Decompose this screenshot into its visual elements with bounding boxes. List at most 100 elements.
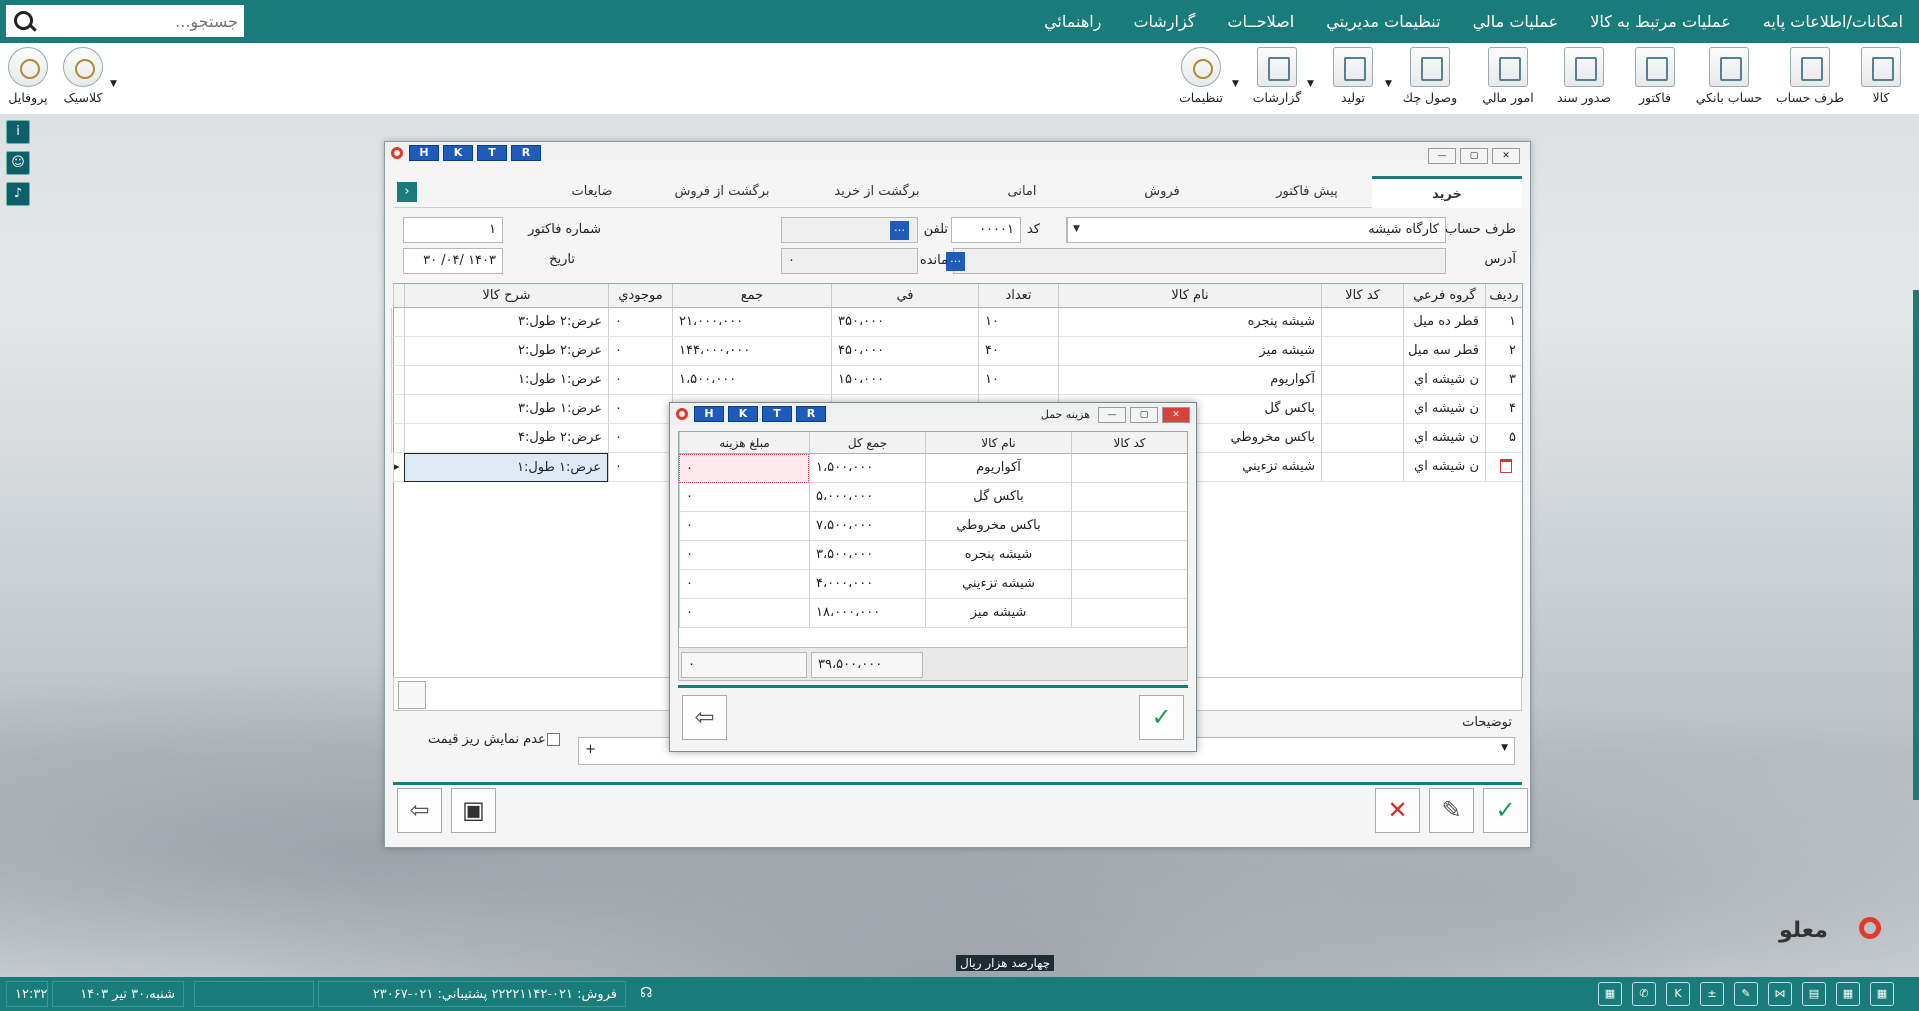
chevron-down-icon[interactable]: ▼ (1232, 79, 1239, 89)
col-header-name[interactable]: نام کالا (1058, 284, 1321, 308)
toolbar-goods-button[interactable]: کالا (1855, 47, 1907, 111)
hotkey-h-button[interactable]: H (694, 406, 724, 422)
tab-purchase-return[interactable]: برگشت از خرید (812, 176, 942, 208)
search-box[interactable] (6, 5, 244, 37)
hide-price-checkbox[interactable] (547, 733, 560, 746)
row-indicator[interactable]: ▸ (393, 453, 404, 482)
toolbar-invoice-button[interactable]: فاکتور (1625, 47, 1685, 111)
code-field[interactable]: ۰۰۰۰۱ (951, 217, 1021, 243)
col-header-stock[interactable]: موجودي (608, 284, 672, 308)
cell-row-number[interactable]: ۳ (1485, 366, 1522, 395)
tab-sales[interactable]: فروش (1112, 176, 1212, 208)
cell-row-number[interactable]: ۵ (1485, 424, 1522, 453)
grid-calendar-icon[interactable]: ▦ (1870, 982, 1894, 1006)
close-button[interactable]: ✕ (1492, 148, 1520, 164)
cell-code[interactable] (1071, 599, 1187, 628)
cell-cost[interactable]: ۰ (679, 454, 809, 483)
cell-total[interactable]: ۱،۵۰۰،۰۰۰ (672, 366, 831, 395)
cell-total[interactable]: ۴،۰۰۰،۰۰۰ (809, 570, 925, 599)
cell-qty[interactable]: ۱۰ (978, 366, 1058, 395)
date-icon[interactable]: ▦ (1836, 982, 1860, 1006)
cell-row-number[interactable]: ۴ (1485, 395, 1522, 424)
cell-code[interactable] (1071, 512, 1187, 541)
cell-code[interactable] (1071, 483, 1187, 512)
cell-description[interactable]: عرض:۲ طول:۴ (404, 424, 608, 453)
cell-total[interactable]: ۳،۵۰۰،۰۰۰ (809, 541, 925, 570)
col-header-total[interactable]: جمع (672, 284, 831, 308)
exit-button[interactable]: ⇦ (397, 788, 442, 833)
cell-subgroup[interactable]: قطر ده ميل (1403, 308, 1485, 337)
cell-qty[interactable]: ۱۰ (978, 308, 1058, 337)
dialog-confirm-button[interactable]: ✓ (1139, 695, 1184, 740)
k-shortcut-icon[interactable]: K (1666, 982, 1690, 1006)
hotkey-k-button[interactable]: K (728, 406, 758, 422)
col-header-price[interactable]: في (831, 284, 978, 308)
tab-purchase[interactable]: خريد (1372, 176, 1522, 208)
note-icon[interactable]: ✎ (1734, 982, 1758, 1006)
phone-icon[interactable]: ✆ (1632, 982, 1656, 1006)
minimize-button[interactable]: — (1098, 407, 1126, 423)
cell-code[interactable] (1071, 570, 1187, 599)
menu-item-reports[interactable]: گزارشات (1133, 12, 1195, 31)
cell-total[interactable]: ۵،۰۰۰،۰۰۰ (809, 483, 925, 512)
cell-code[interactable] (1321, 366, 1403, 395)
cell-total[interactable]: ۲۱،۰۰۰،۰۰۰ (672, 308, 831, 337)
chevron-down-icon[interactable]: ▼ (110, 79, 117, 89)
cell-total[interactable]: ۷،۵۰۰،۰۰۰ (809, 512, 925, 541)
cell-description[interactable]: عرض:۱ طول:۱ (404, 366, 608, 395)
cell-code[interactable] (1071, 454, 1187, 483)
toolbar-reports-button[interactable]: گزارشات (1247, 47, 1307, 111)
cell-stock[interactable]: ۰ (608, 395, 672, 424)
right-edge-scroll[interactable] (1913, 290, 1919, 800)
bell-icon[interactable]: ♪ (6, 182, 30, 206)
toolbar-classic-button[interactable]: کلاسیک (52, 47, 114, 111)
col-header-cost[interactable]: مبلغ هزينه (679, 432, 809, 454)
col-header-subgroup[interactable]: گروه فرعي (1403, 284, 1485, 308)
cell-description[interactable]: عرض:۱ طول:۱ (404, 453, 608, 482)
cell-name[interactable]: باکس مخروطي (925, 512, 1071, 541)
tab-proforma[interactable]: پيش فاکتور (1242, 176, 1372, 208)
cell-name[interactable]: شيشه پنجره (1058, 308, 1321, 337)
tab-waste[interactable]: ضايعات (542, 176, 642, 208)
col-header-total[interactable]: جمع کل (809, 432, 925, 454)
col-header-code[interactable]: کد کالا (1071, 432, 1187, 454)
confirm-button[interactable]: ✓ (1483, 788, 1528, 833)
cell-subgroup[interactable]: ن شيشه اي (1403, 424, 1485, 453)
chevron-down-icon[interactable]: ▼ (1385, 79, 1392, 89)
cell-stock[interactable]: ۰ (608, 366, 672, 395)
invoice-number-field[interactable]: ۱ (403, 217, 503, 243)
maximize-button[interactable]: ▢ (1130, 407, 1158, 423)
cell-name[interactable]: آکواريوم (1058, 366, 1321, 395)
cell-stock[interactable]: ۰ (608, 308, 672, 337)
hotkey-h-button[interactable]: H (409, 145, 439, 161)
cell-code[interactable] (1071, 541, 1187, 570)
calculator-icon[interactable]: ± (1700, 982, 1724, 1006)
party-field[interactable]: کارگاه شيشه ▼ (1066, 217, 1446, 243)
row-indicator[interactable] (391, 395, 404, 424)
col-header-description[interactable]: شرح کالا (404, 284, 608, 308)
tab-sales-return[interactable]: برگشت از فروش (657, 176, 787, 208)
calculator-icon[interactable] (398, 681, 426, 709)
toolbar-settings-button[interactable]: تنظيمات (1171, 47, 1231, 111)
cell-cost[interactable]: ۰ (679, 483, 809, 512)
toolbar-check-button[interactable]: وصول چك (1393, 47, 1467, 111)
cell-subgroup[interactable]: قطر سه ميل (1403, 337, 1485, 366)
toolbar-account-button[interactable]: طرف حساب (1775, 47, 1845, 111)
cell-total[interactable]: ۱۴۴،۰۰۰،۰۰۰ (672, 337, 831, 366)
cell-row-number[interactable]: ۲ (1485, 337, 1522, 366)
dialog-exit-button[interactable]: ⇦ (682, 695, 727, 740)
info-icon[interactable]: i (6, 120, 30, 144)
date-field[interactable]: ۱۴۰۳ /۰۴/ ۳۰ (403, 248, 503, 274)
cell-total[interactable]: ۱۸،۰۰۰،۰۰۰ (809, 599, 925, 628)
cell-cost[interactable]: ۰ (679, 570, 809, 599)
cell-name[interactable]: باکس گل (925, 483, 1071, 512)
close-button[interactable]: ✕ (1162, 407, 1190, 423)
cell-name[interactable]: شيشه ميز (925, 599, 1071, 628)
cell-name[interactable]: شيشه پنجره (925, 541, 1071, 570)
row-indicator[interactable] (391, 337, 404, 366)
cell-cost[interactable]: ۰ (679, 541, 809, 570)
col-header-qty[interactable]: تعداد (978, 284, 1058, 308)
cell-name[interactable]: شيشه تزءيني (925, 570, 1071, 599)
toolbar-production-button[interactable]: توليد (1325, 47, 1381, 111)
chevron-right-icon[interactable]: › (397, 182, 417, 202)
